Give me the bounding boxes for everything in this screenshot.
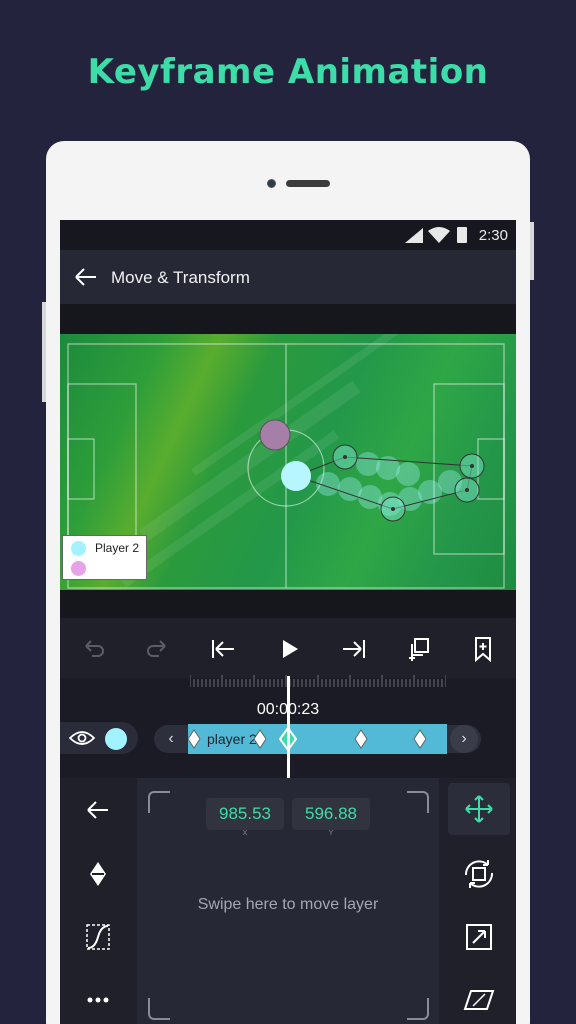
- arrow-left-icon: [87, 801, 108, 819]
- player-marker-purple: [259, 419, 291, 451]
- arrow-left-icon[interactable]: [72, 264, 98, 290]
- x-label: X: [242, 830, 248, 837]
- chevron-left-icon[interactable]: ‹: [157, 725, 185, 753]
- layer-clip[interactable]: player 2: [188, 724, 447, 754]
- redo-icon[interactable]: [145, 636, 171, 662]
- skew-tool-button[interactable]: [448, 974, 510, 1024]
- playhead[interactable]: [287, 676, 290, 778]
- phone-side-button: [530, 222, 534, 280]
- wifi-icon: [428, 227, 450, 243]
- swipe-area-corner: [407, 791, 429, 813]
- keyframe-button[interactable]: [84, 860, 112, 888]
- legend-dot: [71, 541, 86, 556]
- front-camera: [267, 179, 276, 188]
- timeline-ruler: [190, 675, 446, 687]
- eye-icon[interactable]: [69, 729, 95, 747]
- duplicate-layer-icon[interactable]: [406, 636, 432, 662]
- legend-dot: [71, 561, 86, 576]
- move-arrows-icon: [465, 795, 493, 823]
- x-value-field[interactable]: 985.53: [206, 798, 284, 830]
- signal-icon: [405, 228, 423, 243]
- player-2-marker: [281, 461, 311, 491]
- swipe-hint: Swipe here to move layer: [197, 896, 379, 913]
- bookmark-add-icon[interactable]: [470, 636, 496, 662]
- keyframe-diamond[interactable]: [253, 729, 267, 749]
- skew-icon: [463, 990, 495, 1010]
- rotate-icon: [464, 860, 494, 888]
- keyframe-diamond[interactable]: [187, 729, 201, 749]
- y-value-field[interactable]: 596.88: [292, 798, 370, 830]
- status-bar: 2:30: [60, 220, 516, 250]
- move-tool-button[interactable]: [448, 783, 510, 835]
- layer-color-swatch[interactable]: [105, 728, 127, 750]
- status-time: 2:30: [478, 227, 508, 244]
- swipe-area-corner: [148, 998, 170, 1020]
- swipe-area-corner: [407, 998, 429, 1020]
- promo-title: Keyframe Animation: [87, 52, 489, 92]
- skip-to-start-icon[interactable]: [210, 636, 236, 662]
- battery-icon: [457, 227, 467, 243]
- more-horizontal-icon: [87, 997, 109, 1003]
- speaker-grille: [286, 180, 330, 187]
- playback-toolbar: [60, 618, 516, 678]
- app-bar: Move & Transform: [60, 250, 516, 304]
- y-label: Y: [328, 830, 334, 837]
- skip-to-end-icon[interactable]: [341, 636, 367, 662]
- app-screen: 2:30 Move & Transform Player 2 ‹ › playe…: [60, 220, 516, 1024]
- play-icon[interactable]: [276, 636, 302, 662]
- keyframe-diamond[interactable]: [413, 729, 427, 749]
- scale-tool-button[interactable]: [448, 911, 510, 963]
- layer-clip-label: player 2: [207, 731, 257, 747]
- undo-icon[interactable]: [80, 636, 106, 662]
- rotate-tool-button[interactable]: [448, 848, 510, 900]
- more-button[interactable]: [84, 986, 112, 1014]
- legend: Player 2: [62, 535, 147, 580]
- chevron-right-icon[interactable]: ›: [450, 725, 478, 753]
- scale-icon: [466, 924, 492, 950]
- keyframe-diamond[interactable]: [354, 729, 368, 749]
- easing-curve-button[interactable]: [84, 923, 112, 951]
- legend-label: Player 2: [95, 541, 140, 555]
- swipe-area-corner: [148, 791, 170, 813]
- phone-side-button: [42, 302, 46, 402]
- keyframe-icon: [90, 862, 106, 886]
- easing-curve-icon: [86, 924, 110, 950]
- back-button[interactable]: [84, 796, 112, 824]
- page-title: Move & Transform: [111, 268, 250, 287]
